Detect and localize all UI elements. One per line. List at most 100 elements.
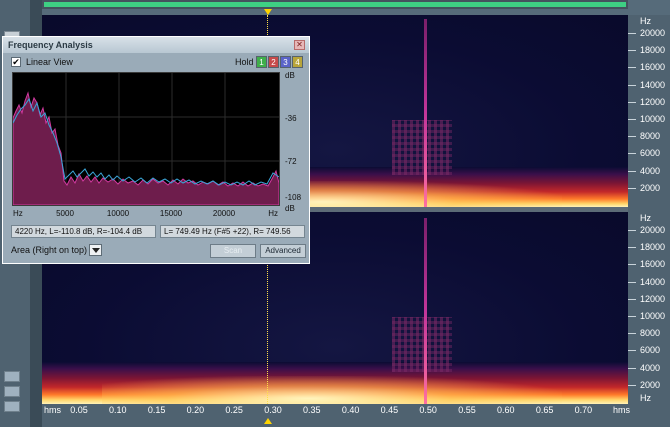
hz-tick xyxy=(628,264,636,266)
hz-tick xyxy=(628,67,636,69)
activity-bar xyxy=(44,2,626,7)
playhead-bottom-marker-icon[interactable] xyxy=(264,418,272,424)
time-label: 0.10 xyxy=(109,405,127,415)
hz-tick xyxy=(628,101,636,103)
hold-button-2[interactable]: 2 xyxy=(268,56,279,68)
peak-readout: L= 749.49 Hz (F#5 +22), R= 749.56 xyxy=(160,225,305,238)
time-ruler[interactable]: hms 0.05 0.10 0.15 0.20 0.25 0.30 0.35 0.40 0.45 0… xyxy=(42,404,670,427)
time-label: 0.30 xyxy=(264,405,282,415)
db-label: -108 xyxy=(285,193,302,202)
hz-label: 6000 xyxy=(640,345,661,356)
x-axis-label: 5000 xyxy=(56,209,74,218)
hz-tick xyxy=(628,367,636,369)
hz-tick xyxy=(628,153,636,155)
spectrogram-artifact xyxy=(392,317,452,372)
chevron-down-icon[interactable] xyxy=(89,244,102,256)
hold-button-4[interactable]: 4 xyxy=(292,56,303,68)
time-label: 0.70 xyxy=(574,405,593,415)
hz-unit-label: Hz xyxy=(640,16,651,26)
spectrogram-artifact xyxy=(392,120,452,175)
hz-label: 8000 xyxy=(640,328,661,339)
hz-tick xyxy=(628,247,636,249)
hz-tick xyxy=(628,50,636,52)
hz-tick xyxy=(628,187,636,189)
hz-label: 2000 xyxy=(640,379,661,390)
x-axis-label: Hz xyxy=(13,209,23,218)
options-row: ✔ Linear View Hold 1234 xyxy=(11,56,303,70)
left-panel-button[interactable] xyxy=(4,401,20,412)
hz-label: 16000 xyxy=(640,259,666,270)
x-axis-label: 15000 xyxy=(159,209,183,218)
hz-label: 20000 xyxy=(640,28,666,38)
hz-label: 10000 xyxy=(640,114,666,124)
hz-tick xyxy=(628,333,636,335)
hz-tick xyxy=(628,84,636,86)
hz-label: 2000 xyxy=(640,182,661,193)
db-label: -36 xyxy=(285,114,297,123)
frequency-scale: Hz 20000 18000 16000 14000 12000 10000 8000 6000… xyxy=(628,15,670,404)
hold-button-1[interactable]: 1 xyxy=(256,56,267,68)
linear-view-checkbox[interactable]: ✔ xyxy=(11,57,21,67)
hz-label: 16000 xyxy=(640,62,666,73)
hz-label: 14000 xyxy=(640,276,666,287)
left-panel-dropdown-button[interactable] xyxy=(4,371,20,382)
window-title: Frequency Analysis xyxy=(8,40,93,50)
hz-label: 12000 xyxy=(640,293,666,304)
hz-label: 8000 xyxy=(640,131,661,142)
time-label: 0.20 xyxy=(186,405,205,415)
hold-label: Hold xyxy=(235,57,254,67)
linear-view-label: Linear View xyxy=(26,57,73,67)
x-axis-label: 10000 xyxy=(106,209,130,218)
hz-label: 6000 xyxy=(640,148,661,159)
hz-unit-label: Hz xyxy=(640,393,651,403)
time-label: 0.15 xyxy=(147,405,166,415)
time-unit-label: hms xyxy=(44,405,62,415)
hz-tick xyxy=(628,33,636,34)
time-label: 0.05 xyxy=(70,405,88,415)
db-label: dB xyxy=(285,71,295,80)
frequency-spike xyxy=(424,19,427,207)
hz-label: 20000 xyxy=(640,225,666,235)
close-icon[interactable]: ✕ xyxy=(294,40,305,50)
hz-label: 18000 xyxy=(640,45,666,56)
frequency-analysis-window: Frequency Analysis ✕ ✔ Linear View Hold … xyxy=(2,36,310,264)
hold-button-3[interactable]: 3 xyxy=(280,56,291,68)
time-unit-label: hms xyxy=(613,405,631,415)
hz-label: 10000 xyxy=(640,311,666,321)
hz-label: 4000 xyxy=(640,165,661,176)
time-label: 0.25 xyxy=(225,405,243,415)
advanced-button[interactable]: Advanced xyxy=(260,244,306,258)
db-label: dB xyxy=(285,204,295,213)
x-axis-label: 20000 xyxy=(212,209,236,218)
hz-label: 18000 xyxy=(640,242,666,253)
hz-tick xyxy=(628,230,636,231)
x-axis-label: Hz xyxy=(268,209,278,218)
time-label: 0.65 xyxy=(535,405,554,415)
left-panel-button[interactable] xyxy=(4,386,20,397)
time-label: 0.40 xyxy=(341,405,360,415)
display-mode-select[interactable]: Area (Right on top) xyxy=(11,243,95,257)
frequency-graph[interactable] xyxy=(12,72,280,206)
hz-label: 4000 xyxy=(640,362,661,373)
hz-label: 14000 xyxy=(640,79,666,90)
db-label: -72 xyxy=(285,157,297,166)
time-label: 0.35 xyxy=(303,405,321,415)
hz-axis: Hz 5000 10000 15000 20000 Hz xyxy=(12,209,280,221)
scan-button[interactable]: Scan xyxy=(210,244,256,258)
time-label: 0.50 xyxy=(419,405,437,415)
spectrum-plot xyxy=(13,73,279,205)
hz-tick xyxy=(628,136,636,138)
cursor-readout: 4220 Hz, L=-110.8 dB, R=-104.4 dB xyxy=(11,225,156,238)
window-title-bar[interactable]: Frequency Analysis ✕ xyxy=(3,37,309,53)
spectrogram-hot-region xyxy=(102,376,562,404)
hz-tick xyxy=(628,350,636,352)
hz-tick xyxy=(628,316,636,317)
hz-tick xyxy=(628,281,636,283)
overview-bar[interactable] xyxy=(42,0,628,9)
hz-tick xyxy=(628,384,636,386)
time-label: 0.55 xyxy=(458,405,476,415)
hz-tick xyxy=(628,298,636,300)
time-label: 0.45 xyxy=(380,405,399,415)
hz-label: 12000 xyxy=(640,96,666,107)
hz-tick xyxy=(628,119,636,120)
